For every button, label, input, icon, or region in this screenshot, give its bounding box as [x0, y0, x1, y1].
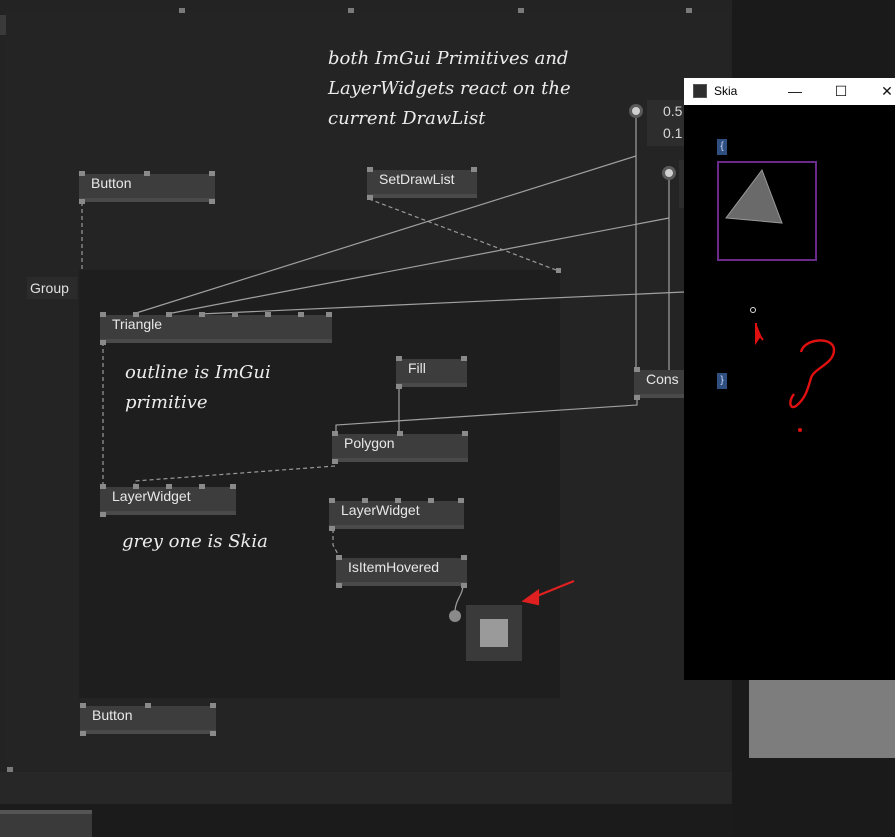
canvas-marker	[686, 8, 692, 13]
minimize-button[interactable]: —	[772, 78, 818, 105]
node-label: Cons	[646, 371, 679, 387]
maximize-button[interactable]: ☐	[818, 78, 864, 105]
iobox-pin-ring[interactable]	[662, 166, 676, 180]
layerwidget-node-left[interactable]: LayerWidget	[100, 484, 236, 517]
cons-node[interactable]: Cons	[634, 367, 686, 400]
node-label: Triangle	[112, 316, 163, 332]
patch-lower-band	[0, 772, 732, 804]
skia-window[interactable]: Skia — ☐ ✕ { }	[684, 78, 895, 680]
canvas-marker	[179, 8, 185, 13]
fill-node[interactable]: Fill	[396, 356, 467, 389]
node-label: Button	[91, 175, 132, 191]
partial-node-bottom[interactable]	[0, 810, 92, 837]
red-cursor-mark	[755, 323, 764, 346]
node-label: Fill	[408, 360, 426, 376]
iobox-pin-ring[interactable]	[629, 104, 643, 118]
canvas-marker	[518, 8, 524, 13]
hover-indicator-square	[480, 619, 508, 647]
comment-top: both ImGui Primitives and LayerWidgets r…	[328, 48, 571, 129]
triangle-node[interactable]: Triangle	[100, 312, 332, 345]
node-label: Button	[92, 707, 133, 723]
skia-triangle[interactable]	[717, 161, 817, 261]
polygon-node[interactable]: Polygon	[332, 431, 468, 464]
comment-outline: outline is ImGui primitive	[125, 362, 271, 413]
close-button[interactable]: ✕	[864, 78, 895, 105]
red-question-dot	[798, 428, 802, 432]
canvas-marker	[348, 8, 354, 13]
imgui-group-brace-open: {	[717, 139, 727, 155]
canvas-marker	[7, 767, 13, 772]
window-title: Skia	[714, 84, 738, 98]
partial-node-topleft[interactable]	[0, 15, 6, 35]
mouse-cursor-icon	[750, 307, 756, 313]
iobox-values[interactable]: 0.5 0.1	[647, 100, 687, 146]
node-label: LayerWidget	[341, 502, 420, 518]
setdrawlist-node[interactable]: SetDrawList	[367, 167, 477, 200]
layerwidget-node-right[interactable]: LayerWidget	[329, 498, 464, 531]
isitemhovered-node[interactable]: IsItemHovered	[336, 555, 467, 588]
grey-panel-behind-window	[749, 680, 895, 758]
red-question-mark	[789, 339, 836, 409]
node-label: LayerWidget	[112, 488, 191, 504]
patch-bottom-band	[0, 804, 732, 837]
comment-grey: grey one is Skia	[122, 531, 268, 552]
button-node-bottom[interactable]: Button	[80, 703, 216, 736]
node-label: IsItemHovered	[348, 559, 440, 575]
node-label: Polygon	[344, 435, 395, 451]
annotation-layer	[750, 307, 836, 432]
group-node[interactable]: Group	[27, 277, 77, 299]
button-node-top[interactable]: Button	[79, 171, 215, 204]
window-app-icon	[693, 84, 707, 98]
node-label: SetDrawList	[379, 171, 455, 187]
skia-titlebar[interactable]: Skia — ☐ ✕	[684, 78, 895, 105]
